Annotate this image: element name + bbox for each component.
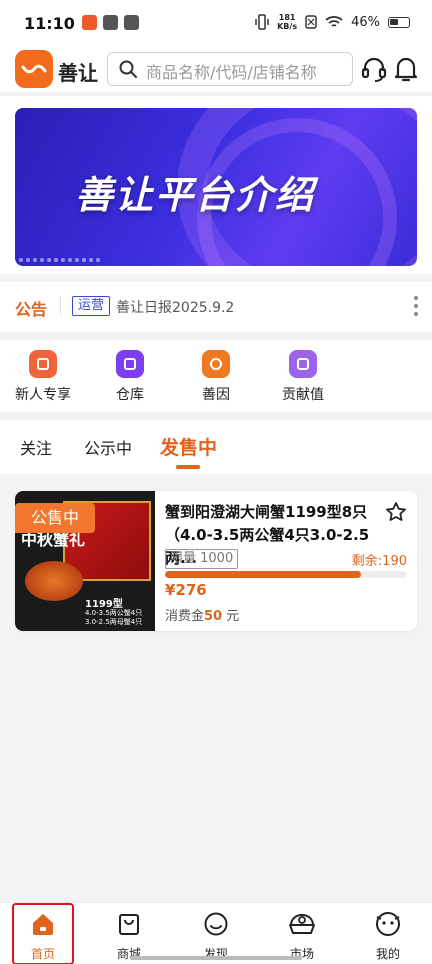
vibrate-icon	[255, 14, 269, 30]
quick-item-warehouse[interactable]: 仓库	[95, 350, 165, 404]
quick-item-contribution[interactable]: 贡献值	[268, 350, 338, 404]
smile-icon	[204, 912, 228, 936]
status-time: 11:10	[24, 14, 75, 33]
tab-follow[interactable]: 关注	[20, 435, 52, 459]
contribution-icon	[289, 350, 317, 378]
status-bar: 11:10 181 KB/s 46%	[0, 0, 432, 48]
tab-on-sale[interactable]: 发售中	[160, 433, 217, 460]
announcement-label: 公告	[15, 300, 48, 319]
market-icon	[289, 913, 315, 934]
app-notification-icon	[82, 15, 97, 30]
stock-progress-fill	[165, 571, 362, 578]
nav-profile[interactable]: 我的	[353, 911, 423, 962]
network-speed: 181 KB/s	[277, 13, 298, 31]
product-card[interactable]: 中秋蟹礼 1199型 4.0-3.5两公蟹4只 3.0-2.5两母蟹4只 公售中…	[15, 491, 417, 631]
battery-percent: 46%	[351, 14, 380, 30]
nav-market[interactable]: 市场	[267, 911, 337, 962]
home-icon	[33, 914, 53, 935]
search-icon	[119, 60, 137, 78]
newcomer-icon	[29, 350, 57, 378]
banner-title: 善让平台介绍	[75, 173, 316, 217]
nav-discover[interactable]: 发现	[181, 911, 251, 962]
wifi-icon	[325, 16, 343, 27]
announcement-text: 善让日报2025.9.2	[116, 300, 235, 316]
warehouse-icon	[116, 350, 144, 378]
banner-dots	[19, 258, 100, 262]
notification-icons	[82, 15, 139, 30]
product-price: ¥276	[165, 581, 207, 599]
app-header: 善让 商品名称/代码/店铺名称	[0, 48, 432, 92]
customer-service-icon[interactable]	[360, 55, 388, 83]
remaining-count: 剩余:190	[351, 554, 407, 569]
quick-item-newcomer[interactable]: 新人专享	[8, 350, 78, 404]
announcement-tag: 运营	[72, 296, 111, 316]
sim-icon	[305, 15, 317, 29]
bottom-nav: 首页 商城 发现 市场 我的	[0, 902, 432, 964]
battery-icon	[388, 16, 410, 28]
home-indicator[interactable]	[130, 956, 302, 960]
consume-credit: 消费金50 元	[165, 609, 240, 624]
banner-section: 善让平台介绍	[0, 96, 432, 274]
favorite-star-icon[interactable]	[385, 501, 407, 523]
brand-logo	[15, 50, 53, 88]
app-notification-icon	[103, 15, 118, 30]
nav-mall[interactable]: 商城	[94, 911, 164, 962]
announcement-bar[interactable]: 公告 运营 善让日报2025.9.2	[0, 282, 432, 332]
limit-badge: 限量 1000	[165, 549, 239, 569]
brand-name: 善让	[58, 61, 98, 85]
stock-progress-bar	[165, 571, 407, 578]
app-notification-icon	[124, 15, 139, 30]
logo-wave-icon	[21, 64, 47, 74]
tab-publicity[interactable]: 公示中	[84, 435, 132, 459]
quick-item-shanyin[interactable]: 善因	[181, 350, 251, 404]
shopping-bag-icon	[119, 914, 139, 935]
image-headline: 中秋蟹礼	[21, 530, 86, 549]
sale-status-badge: 公售中	[15, 503, 95, 533]
search-input[interactable]: 商品名称/代码/店铺名称	[107, 52, 353, 86]
shanyin-icon	[202, 350, 230, 378]
bell-icon[interactable]	[393, 55, 419, 83]
quick-entry-row: 新人专享 仓库 善因 贡献值	[0, 340, 432, 412]
profile-icon	[376, 912, 400, 936]
search-placeholder: 商品名称/代码/店铺名称	[146, 63, 317, 82]
product-image[interactable]: 中秋蟹礼 1199型 4.0-3.5两公蟹4只 3.0-2.5两母蟹4只 公售中	[15, 491, 155, 631]
active-tab-indicator	[176, 465, 200, 469]
tab-bar: 关注 公示中 发售中	[0, 420, 432, 474]
crab-image	[25, 561, 83, 601]
promo-banner[interactable]: 善让平台介绍	[15, 108, 417, 266]
nav-home[interactable]: 首页	[8, 911, 78, 962]
more-icon[interactable]	[414, 296, 418, 316]
